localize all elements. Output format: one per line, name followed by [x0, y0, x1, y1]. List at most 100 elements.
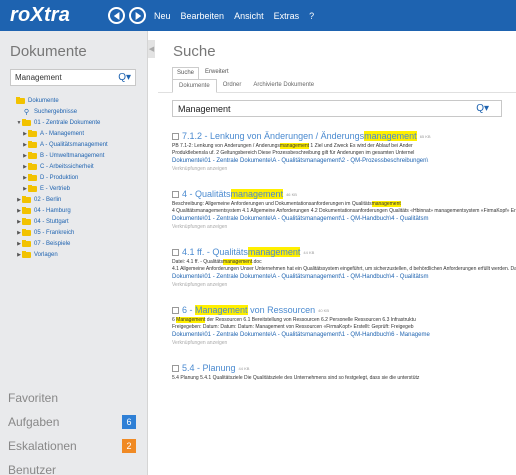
main-search-input[interactable]: Management Q▾	[172, 100, 502, 117]
tab-erweitert[interactable]: Erweitert	[201, 67, 233, 79]
search-highlight: management	[371, 201, 401, 207]
result-title-text[interactable]: 7.1.2 - Lenkung von Änderungen / Änderun…	[182, 131, 417, 141]
arrow-left-icon	[113, 11, 119, 20]
tree-item-label: 05 - Frankreich	[34, 230, 75, 236]
file-size: 46 KB	[286, 191, 297, 197]
search-highlight: management	[247, 247, 301, 257]
result-path-link[interactable]: Dokumente\01 - Zentrale Dokumente\A - Qu…	[172, 157, 516, 165]
result-title-text[interactable]: 4.1 ff. - Qualitätsmanagement	[182, 247, 301, 257]
folder-icon	[28, 163, 37, 170]
search-icon[interactable]: Q▾	[118, 72, 131, 83]
result-title[interactable]: 4.1 ff. - Qualitätsmanagement 44 KB	[172, 245, 516, 259]
menu-ansicht[interactable]: Ansicht	[234, 11, 264, 21]
result-item: 4 - Qualitätsmanagement 46 KB Beschreibung…	[158, 187, 516, 231]
tree-item[interactable]: ▶ B - Umweltmanagement	[0, 151, 147, 161]
result-title[interactable]: 6 - Management von Ressourcen 40 KB	[172, 303, 516, 317]
search-scope-tabs: Dokumente Ordner Archivierte Dokumente	[158, 79, 516, 93]
tree-item[interactable]: ▶ A - Management	[0, 129, 147, 139]
folder-icon	[22, 196, 31, 203]
result-title-text[interactable]: 4 - Qualitätsmanagement	[182, 189, 284, 199]
result-item: 7.1.2 - Lenkung von Änderungen / Änderun…	[158, 129, 516, 173]
tree-item[interactable]: ▶ 04 - Hamburg	[0, 206, 147, 216]
sidebar-sections: Favoriten Aufgaben 6 Eskalationen 2 Benutzer	[0, 386, 148, 475]
document-checkbox-icon[interactable]	[172, 248, 179, 256]
sidebar-section-eskalationen[interactable]: Eskalationen 2	[0, 434, 148, 458]
folder-tree: Dokumente ⚲ Suchergebnisse ▼ 01 - Zentrale D…	[0, 96, 147, 260]
sidebar-section-label: Benutzer	[8, 463, 57, 475]
top-bar: roXtra Neu Bearbeiten Ansicht Extras ?	[0, 0, 516, 31]
tree-item[interactable]: ▶ E - Vertrieb	[0, 184, 147, 194]
back-button[interactable]	[108, 7, 125, 24]
folder-icon	[22, 251, 31, 258]
result-title-text[interactable]: 5.4 - Planung	[182, 363, 236, 373]
tab-ordner[interactable]: Ordner	[217, 79, 248, 92]
document-checkbox-icon[interactable]	[172, 132, 179, 140]
result-snippet: 6 Management der Ressourcen 6.1 Bereitst…	[172, 317, 516, 324]
tree-item-label: A - Qualitätsmanagement	[40, 142, 108, 148]
result-title[interactable]: 4 - Qualitätsmanagement 46 KB	[172, 187, 516, 201]
result-title[interactable]: 5.4 - Planung 44 KB	[172, 361, 516, 375]
result-path-link[interactable]: Dokumente\01 - Zentrale Dokumente\A - Qu…	[172, 215, 516, 223]
folder-icon	[22, 229, 31, 236]
file-size: 44 KB	[238, 365, 250, 371]
result-title-text[interactable]: 6 - Management von Ressourcen	[182, 305, 315, 315]
result-snippet-line: 4.1 Allgemeine Anforderungen Unser Unter…	[172, 266, 516, 272]
tree-item-label: 04 - Hamburg	[34, 208, 71, 214]
document-checkbox-icon[interactable]	[172, 190, 179, 198]
tab-suche[interactable]: Suche	[172, 67, 200, 79]
tree-item[interactable]: ▼ 01 - Zentrale Dokumente	[0, 118, 147, 128]
result-item: 6 - Management von Ressourcen 40 KB 6 Mana…	[158, 303, 516, 347]
tree-item[interactable]: ▶ Vorlagen	[0, 250, 147, 260]
result-title[interactable]: 7.1.2 - Lenkung von Änderungen / Änderun…	[172, 129, 516, 143]
menu-help[interactable]: ?	[309, 11, 314, 21]
search-icon[interactable]: Q▾	[476, 103, 489, 114]
folder-icon	[28, 185, 37, 192]
document-checkbox-icon[interactable]	[172, 306, 179, 314]
folder-icon	[16, 97, 25, 104]
file-size: 40 KB	[318, 307, 330, 313]
tab-dokumente[interactable]: Dokumente	[172, 79, 217, 93]
tree-item[interactable]: ▶ D - Produktion	[0, 173, 147, 183]
result-snippet: Beschreibung: Allgemeine Anforderungen u…	[172, 201, 516, 208]
menu-neu[interactable]: Neu	[154, 11, 171, 21]
snippet-part: Datei: 4.1 ff. - Qualitäts	[172, 259, 224, 265]
tree-item-label: C - Arbeitssicherheit	[40, 164, 94, 170]
tree-item[interactable]: ▶ A - Qualitätsmanagement	[0, 140, 147, 150]
sidebar-section-label: Eskalationen	[8, 439, 77, 453]
collapse-sidebar-button[interactable]: ◀	[148, 40, 155, 58]
tree-item[interactable]: ▶ 05 - Frankreich	[0, 228, 147, 238]
tree-item[interactable]: ▶ C - Arbeitssicherheit	[0, 162, 147, 172]
page-title: Suche	[173, 43, 216, 60]
folder-icon	[28, 174, 37, 181]
show-links-link[interactable]: Verknüpfungen anzeigen	[172, 223, 516, 231]
tree-item-label: 01 - Zentrale Dokumente	[34, 120, 101, 126]
tree-item[interactable]: ▶ 04 - Stuttgart	[0, 217, 147, 227]
app-logo: roXtra	[10, 4, 71, 26]
sidebar-section-aufgaben[interactable]: Aufgaben 6	[0, 410, 148, 434]
tree-item[interactable]: ▶ 02 - Berlin	[0, 195, 147, 205]
sidebar-section-favoriten[interactable]: Favoriten	[0, 386, 148, 410]
result-snippet: PB 7.1-2: Lenkung von Änderungen / Änder…	[172, 143, 516, 150]
show-links-link[interactable]: Verknüpfungen anzeigen	[172, 165, 516, 173]
arrow-right-icon	[135, 11, 141, 20]
show-links-link[interactable]: Verknüpfungen anzeigen	[172, 339, 516, 347]
result-path-link[interactable]: Dokumente\01 - Zentrale Dokumente\A - Qu…	[172, 331, 516, 339]
result-snippet-line: Produktlebensla uf. 2 Geltungsbereich Di…	[172, 150, 415, 156]
result-item: 5.4 - Planung 44 KB 5.4 Planung 5.4.1 Qual…	[158, 361, 516, 382]
tab-archivierte-dokumente[interactable]: Archivierte Dokumente	[247, 79, 320, 92]
tree-item[interactable]: ⚲ Suchergebnisse	[0, 107, 147, 117]
show-links-link[interactable]: Verknüpfungen anzeigen	[172, 281, 516, 289]
document-checkbox-icon[interactable]	[172, 364, 179, 372]
tree-item[interactable]: Dokumente	[0, 96, 147, 106]
forward-button[interactable]	[129, 7, 146, 24]
folder-icon	[28, 130, 37, 137]
result-snippet-line: 4 Qualitätsmanagementsystem 4.1 Allgemei…	[172, 208, 516, 214]
tree-item-label: A - Management	[40, 131, 85, 137]
result-path-link[interactable]: Dokumente\01 - Zentrale Dokumente\A - Qu…	[172, 273, 516, 281]
menu-extras[interactable]: Extras	[274, 11, 300, 21]
title-part: 7.1.2 - Lenkung von Änderungen / Änderun…	[182, 131, 365, 141]
tree-item[interactable]: ▶ 07 - Beispiele	[0, 239, 147, 249]
sidebar-section-benutzer[interactable]: Benutzer	[0, 458, 148, 475]
menu-bearbeiten[interactable]: Bearbeiten	[181, 11, 225, 21]
sidebar-search-input[interactable]: Management Q▾	[10, 69, 136, 86]
